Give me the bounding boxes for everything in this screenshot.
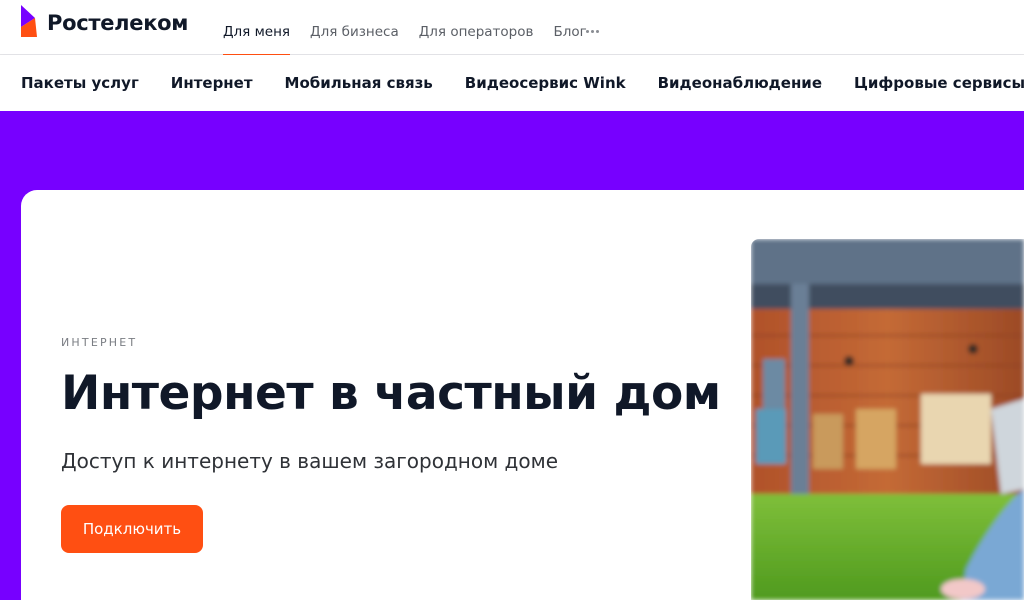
main-nav: Пакеты услуг Интернет Мобильная связь Ви… [0,55,1024,111]
hero-subtitle: Доступ к интернету в вашем загородном до… [61,449,559,473]
house-lawn-image [751,239,1024,600]
nav-item-internet[interactable]: Интернет [171,55,253,111]
brand-name: Ростелеком [47,10,189,35]
top-header: Ростелеком Для меня Для бизнеса Для опер… [0,0,1024,56]
audience-tabs: Для меня Для бизнеса Для операторов Блог [223,0,607,56]
tab-for-me[interactable]: Для меня [223,0,291,56]
nav-item-packages[interactable]: Пакеты услуг [21,55,139,111]
nav-item-wink[interactable]: Видеосервис Wink [465,55,626,111]
logo-icon [21,5,37,37]
connect-button[interactable]: Подключить [61,505,203,553]
nav-item-digital-services[interactable]: Цифровые сервисы [854,55,1024,111]
tab-for-business[interactable]: Для бизнеса [310,0,399,55]
more-dots-icon[interactable] [584,24,602,40]
nav-item-mobile[interactable]: Мобильная связь [285,55,433,111]
hero-eyebrow: ИНТЕРНЕТ [61,336,138,349]
tab-blog[interactable]: Блог [553,0,586,55]
tab-for-operators[interactable]: Для операторов [419,0,534,55]
brand-logo[interactable]: Ростелеком [21,3,188,37]
hero-title: Интернет в частный дом [61,366,721,421]
nav-item-video-surveillance[interactable]: Видеонаблюдение [658,55,822,111]
hero-photo [751,239,1024,600]
